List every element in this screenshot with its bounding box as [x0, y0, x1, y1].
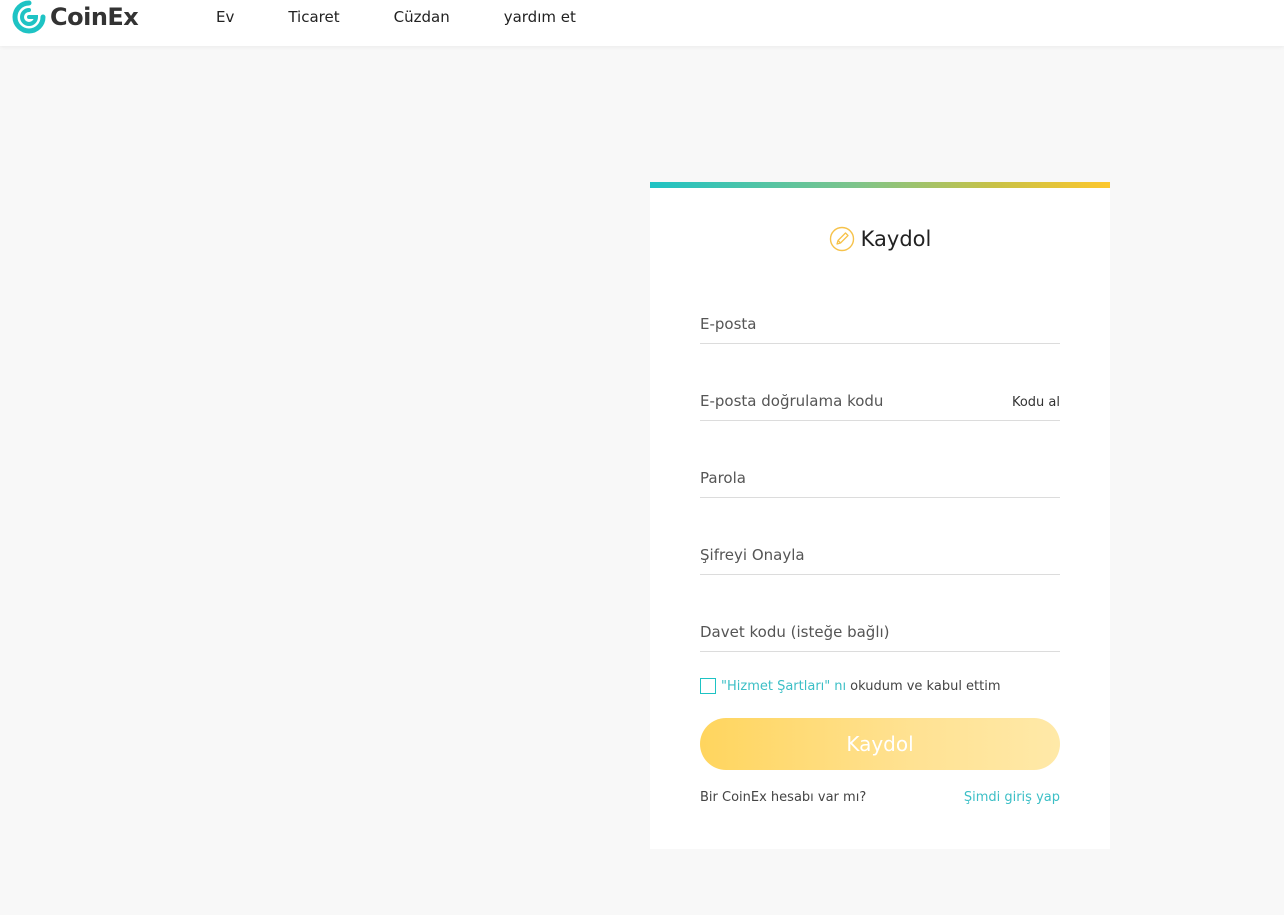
terms-row: "Hizmet Şartları" nı okudum ve kabul ett… [700, 678, 1001, 694]
password-field [700, 458, 1060, 498]
terms-of-service-link[interactable]: "Hizmet Şartları" [721, 679, 830, 694]
have-account-text: Bir CoinEx hesabı var mı? [700, 790, 867, 805]
signup-submit-button[interactable]: Kaydol [700, 718, 1060, 770]
nav-item-help[interactable]: yardım et [504, 6, 576, 28]
card-accent-bar [650, 182, 1110, 188]
get-code-button[interactable]: Kodu al [1012, 395, 1060, 410]
terms-suffix: nı [834, 678, 847, 694]
email-code-input[interactable] [700, 381, 1060, 421]
coinex-logo-icon [12, 0, 46, 34]
email-input[interactable] [700, 304, 1060, 344]
email-code-field: Kodu al [700, 381, 1060, 421]
email-field [700, 304, 1060, 344]
signup-title: Kaydol [650, 226, 1110, 252]
main-nav: Ev Ticaret Cüzdan yardım et [216, 6, 630, 28]
signup-title-text: Kaydol [860, 227, 932, 251]
signup-card: Kaydol Kodu al "Hizmet Şartları" nı okud… [650, 182, 1110, 849]
password-input[interactable] [700, 458, 1060, 498]
nav-item-home[interactable]: Ev [216, 6, 234, 28]
terms-checkbox[interactable] [700, 678, 716, 694]
nav-item-trade[interactable]: Ticaret [288, 6, 339, 28]
invite-code-input[interactable] [700, 612, 1060, 652]
logo-text: CoinEx [50, 3, 139, 31]
top-navigation-bar: CoinEx Ev Ticaret Cüzdan yardım et [0, 0, 1284, 46]
nav-item-wallet[interactable]: Cüzdan [394, 6, 450, 28]
confirm-password-input[interactable] [700, 535, 1060, 575]
pencil-icon [829, 226, 854, 252]
invite-code-field [700, 612, 1060, 652]
terms-text: okudum ve kabul ettim [850, 678, 1001, 694]
login-now-link[interactable]: Şimdi giriş yap [964, 790, 1060, 805]
login-prompt-row: Bir CoinEx hesabı var mı? Şimdi giriş ya… [700, 790, 1060, 805]
coinex-logo[interactable]: CoinEx [12, 0, 139, 34]
confirm-password-field [700, 535, 1060, 575]
